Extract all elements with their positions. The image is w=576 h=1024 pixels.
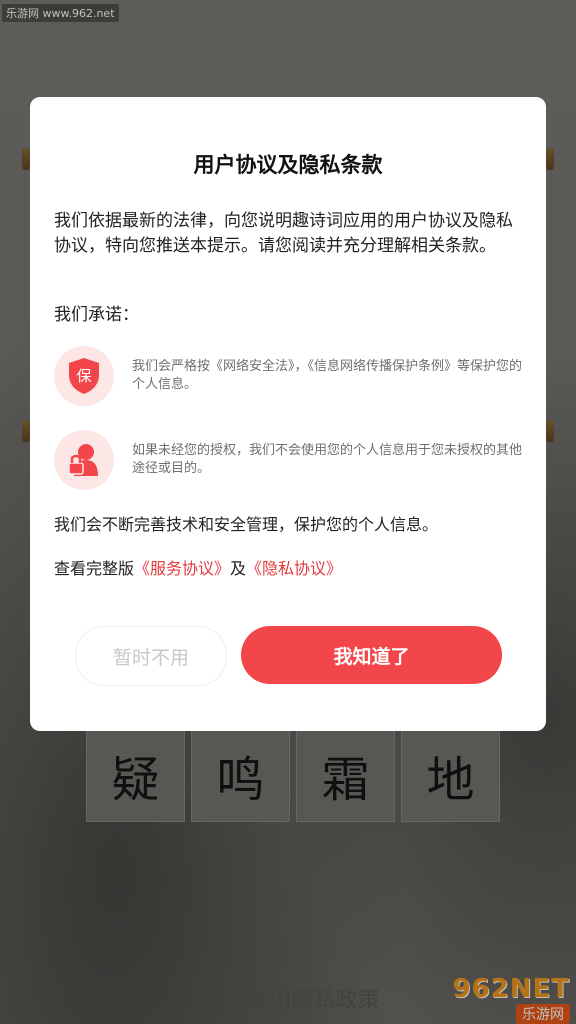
agreement-links: 查看完整版《服务协议》及《隐私协议》 (54, 555, 342, 579)
privacy-dialog: 用户协议及隐私条款 我们依据最新的法律，向您说明趣诗词应用的用户协议及隐私协议，… (30, 97, 546, 731)
links-prefix: 查看完整版 (54, 559, 135, 578)
commitment-text: 我们会不断完善技术和安全管理，保护您的个人信息。 (54, 515, 439, 534)
links-and: 及 (230, 559, 247, 578)
promise-item-text: 我们会严格按《网络安全法》，《信息网络传播保护条例》等保护您的个人信息。 (132, 359, 523, 392)
shield-icon: 保 (54, 346, 114, 406)
service-agreement-link[interactable]: 《服务协议》 (134, 559, 230, 578)
shield-icon-label: 保 (76, 367, 91, 385)
accept-button[interactable]: 我知道了 (241, 626, 502, 684)
decline-button[interactable]: 暂时不用 (75, 626, 227, 686)
privacy-agreement-link[interactable]: 《隐私协议》 (246, 559, 342, 578)
dialog-title: 用户协议及隐私条款 (193, 153, 383, 177)
promise-label: 我们承诺： (54, 305, 139, 325)
promise-item: 保 我们会严格按《网络安全法》，《信息网络传播保护条例》等保护您的个人信息。 (54, 346, 522, 406)
dialog-intro: 我们依据最新的法律，向您说明趣诗词应用的用户协议及隐私协议，特向您推送本提示。请… (54, 211, 513, 256)
promise-item: 如果未经您的授权，我们不会使用您的个人信息用于您未授权的其他途径或目的。 (54, 430, 522, 490)
promise-item-text: 如果未经您的授权，我们不会使用您的个人信息用于您未授权的其他途径或目的。 (132, 443, 523, 476)
user-lock-icon (54, 430, 114, 490)
